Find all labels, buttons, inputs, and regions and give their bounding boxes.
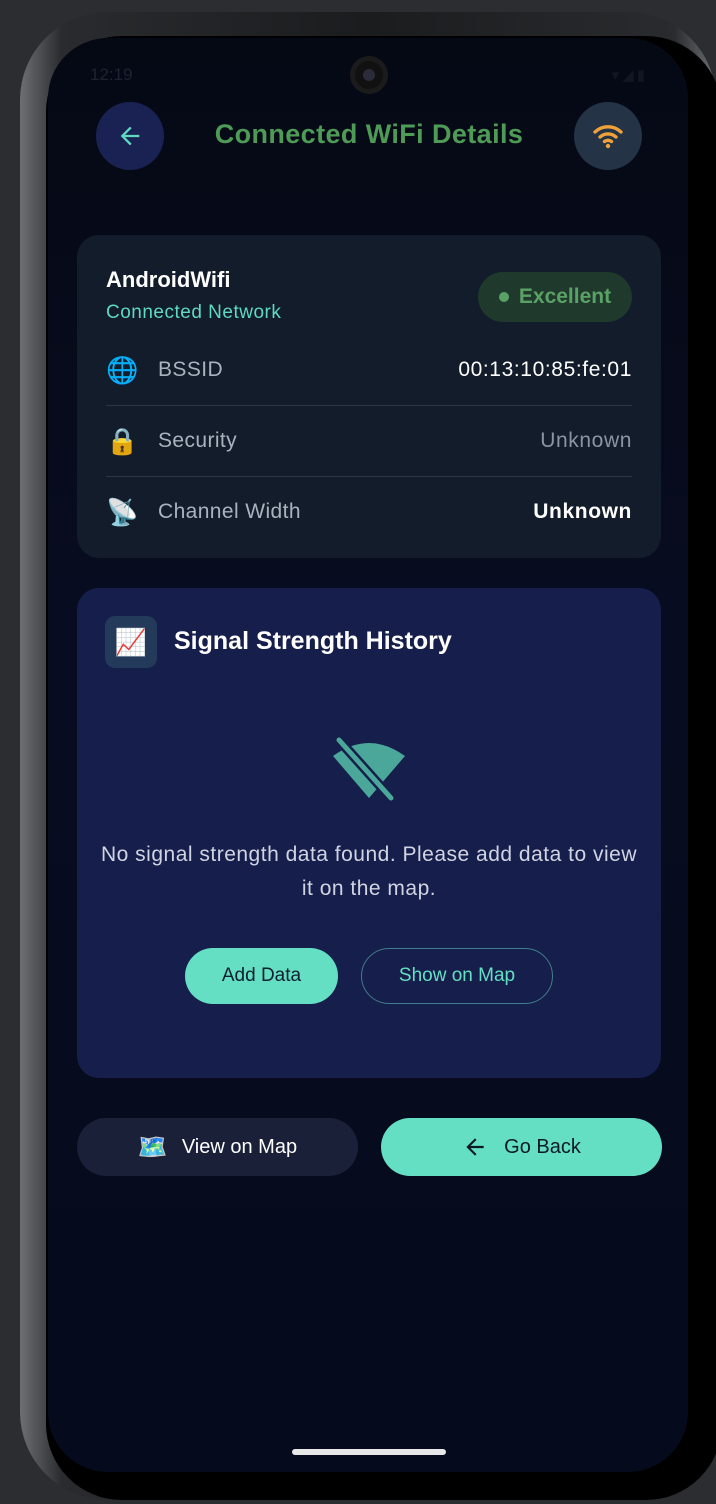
detail-value: 00:13:10:85:fe:01 <box>458 358 632 381</box>
detail-label: Channel Width <box>158 500 301 523</box>
empty-state-message: No signal strength data found. Please ad… <box>100 843 637 900</box>
lock-icon: 🔒 <box>106 425 139 456</box>
network-info-card: AndroidWifi Connected Network Excellent … <box>77 235 661 558</box>
satellite-antenna-icon: 📡 <box>106 496 139 527</box>
detail-row-bssid: 🌐 BSSID 00:13:10:85:fe:01 <box>106 335 632 405</box>
status-bar: 12:19 ▾◢▮ <box>48 38 688 108</box>
show-on-map-button[interactable]: Show on Map <box>361 948 553 1004</box>
status-time: 12:19 <box>90 65 133 84</box>
status-icons: ▾◢▮ <box>611 67 648 84</box>
network-name: AndroidWifi <box>106 267 231 292</box>
detail-row-channel-width: 📡 Channel Width Unknown <box>106 477 632 547</box>
top-bar: Connected WiFi Details <box>48 102 688 172</box>
status-dot-icon <box>498 292 509 302</box>
view-on-map-button[interactable]: 🗺️ View on Map <box>77 1118 358 1176</box>
signal-history-card: 📈 Signal Strength History No signal stre… <box>77 588 661 1078</box>
back-button[interactable] <box>96 102 164 170</box>
app-screen: 12:19 ▾◢▮ Connected WiFi Details Android… <box>48 38 688 1472</box>
camera-cutout <box>350 56 388 94</box>
wifi-off-icon <box>333 736 405 802</box>
go-back-button[interactable]: Go Back <box>381 1118 662 1176</box>
view-on-map-label: View on Map <box>181 1135 298 1158</box>
detail-row-security: 🔒 Security Unknown <box>106 406 632 476</box>
globe-icon: 🌐 <box>106 354 139 385</box>
wifi-status-button[interactable] <box>574 102 642 170</box>
arrow-left-icon <box>466 1138 484 1156</box>
arrow-left-icon <box>120 126 140 146</box>
network-subtitle: Connected Network <box>106 302 282 323</box>
signal-history-title: Signal Strength History <box>174 627 452 655</box>
page-title: Connected WiFi Details <box>214 119 524 149</box>
wifi-icon <box>593 125 623 149</box>
add-data-button[interactable]: Add Data <box>185 948 338 1004</box>
detail-value: Unknown <box>533 500 632 523</box>
go-back-label: Go Back <box>504 1135 581 1158</box>
detail-label: Security <box>158 429 238 452</box>
home-indicator[interactable] <box>292 1449 446 1455</box>
quality-label: Excellent <box>518 285 612 308</box>
detail-label: BSSID <box>158 358 224 381</box>
world-map-icon: 🗺️ <box>137 1133 168 1161</box>
quality-badge: Excellent <box>478 272 632 322</box>
detail-value: Unknown <box>540 429 632 452</box>
chart-increasing-icon: 📈 <box>105 616 157 668</box>
